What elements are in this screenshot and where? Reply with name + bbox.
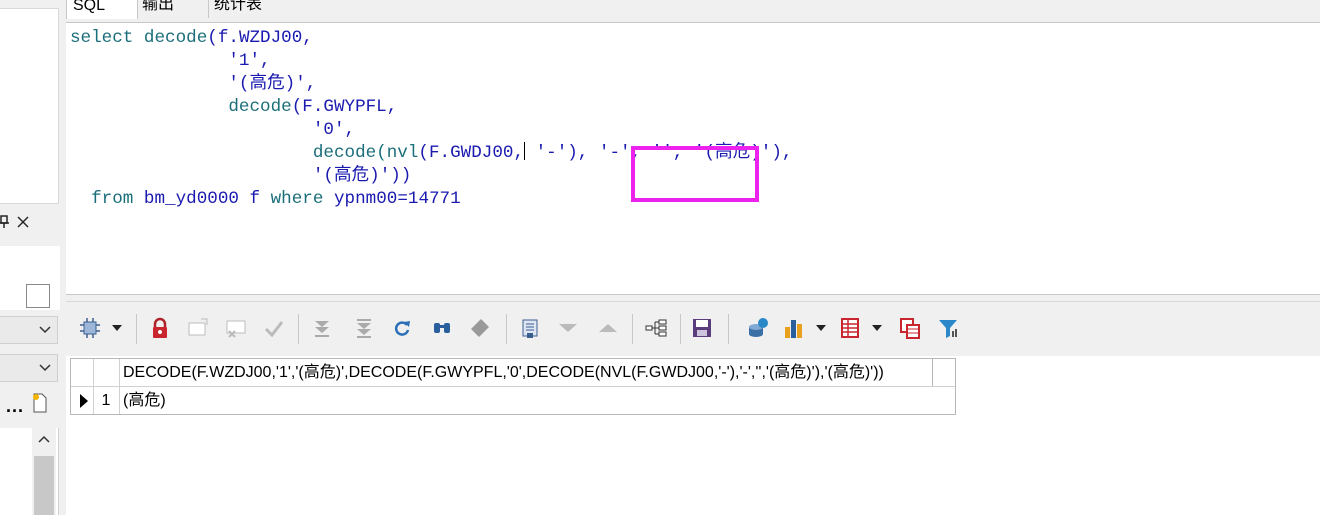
toolbar-separator: [632, 314, 633, 344]
tab-bar: SQL 输出 统计表: [66, 0, 1320, 22]
tree-view-icon[interactable]: [644, 316, 668, 340]
tab-sql[interactable]: SQL: [66, 0, 138, 19]
sql-keyword: decode: [70, 97, 292, 117]
sql-token: '0',: [70, 120, 356, 140]
dropdown-arrow-icon[interactable]: [112, 325, 122, 331]
header-indicator-cell: [71, 359, 94, 386]
scrollbar-thumb[interactable]: [34, 456, 54, 515]
table-header-row: DECODE(F.WZDJ00,'1','(高危)',DECODE(F.GWYP…: [71, 359, 955, 387]
row-indicator-cell: [71, 387, 94, 414]
table-row[interactable]: 1 (高危): [71, 387, 955, 414]
toolbar-separator: [680, 314, 681, 344]
move-down-icon[interactable]: [556, 316, 580, 340]
data-table: DECODE(F.WZDJ00,'1','(高危)',DECODE(F.GWYP…: [70, 358, 956, 415]
new-document-icon[interactable]: [32, 393, 48, 413]
checkbox[interactable]: [26, 284, 50, 308]
toolbar-separator: [298, 314, 299, 344]
move-next-icon[interactable]: [352, 316, 376, 340]
annotation-highlight-box: [631, 146, 759, 202]
lock-icon[interactable]: [148, 316, 172, 340]
header-rownum-cell: [93, 359, 120, 386]
panel-header-controls: [0, 212, 60, 236]
clear-icon[interactable]: [468, 316, 492, 340]
result-toolbar: [66, 302, 1320, 356]
chart-icon[interactable]: [782, 316, 806, 340]
sql-token: (F.GWDJ00,: [418, 143, 525, 163]
sql-token: ypnm00=14771: [323, 189, 461, 209]
current-row-arrow-icon: [80, 394, 88, 408]
sql-token: bm_yd0000 f: [133, 189, 271, 209]
left-panel: ...: [0, 0, 66, 515]
combo-box-2[interactable]: [0, 354, 58, 382]
dropdown-arrow-icon[interactable]: [872, 325, 882, 331]
sql-keyword: select decode: [70, 28, 208, 48]
sql-token: '(高危)')): [70, 166, 412, 186]
copy-grid-icon[interactable]: [898, 316, 922, 340]
toolbar-separator: [728, 314, 729, 344]
cancel-record-icon[interactable]: [224, 316, 248, 340]
toolbar-separator: [506, 314, 507, 344]
sql-keyword: where: [270, 189, 324, 209]
combo-box-1[interactable]: [0, 316, 58, 344]
object-browser-pane[interactable]: [0, 8, 59, 204]
more-button[interactable]: ...: [6, 396, 24, 417]
save-icon[interactable]: [690, 316, 714, 340]
query-options-icon[interactable]: [78, 316, 102, 340]
column-header[interactable]: DECODE(F.WZDJ00,'1','(高危)',DECODE(F.GWYP…: [123, 359, 933, 386]
sql-token: (f.WZDJ00,: [207, 28, 313, 48]
toolbar-separator: [136, 314, 137, 344]
move-last-icon[interactable]: [310, 316, 334, 340]
filter-icon[interactable]: [936, 316, 960, 340]
chevron-down-icon: [39, 322, 51, 337]
post-record-icon[interactable]: [262, 316, 286, 340]
chevron-down-icon: [39, 360, 51, 375]
sql-token: '1',: [70, 51, 271, 71]
scroll-up-icon[interactable]: [38, 432, 50, 446]
table-cell[interactable]: (高危): [123, 387, 955, 414]
row-number: 1: [93, 387, 120, 414]
sql-keyword: from: [70, 189, 134, 209]
vertical-scrollbar[interactable]: [32, 428, 56, 515]
refresh-icon[interactable]: [390, 316, 414, 340]
sql-keyword: (nvl: [376, 143, 419, 163]
tab-output[interactable]: 输出: [136, 0, 209, 18]
move-up-icon[interactable]: [596, 316, 620, 340]
new-record-icon[interactable]: [186, 316, 210, 340]
find-icon[interactable]: [430, 316, 454, 340]
sql-token: '(高危)',: [70, 74, 317, 94]
result-grid[interactable]: DECODE(F.WZDJ00,'1','(高危)',DECODE(F.GWYP…: [66, 356, 1320, 515]
record-viewer-icon[interactable]: [518, 316, 542, 340]
close-icon[interactable]: [16, 215, 30, 233]
sql-token: (F.GWYPFL,: [291, 97, 398, 117]
pane-splitter[interactable]: [66, 294, 1320, 302]
pin-icon[interactable]: [0, 215, 10, 233]
grid-icon[interactable]: [838, 316, 862, 340]
dropdown-arrow-icon[interactable]: [816, 325, 826, 331]
sql-editor[interactable]: select decode(f.WZDJ00, '1', '(高危)', dec…: [66, 22, 1320, 295]
sql-keyword: decode: [70, 143, 377, 163]
tab-statistics[interactable]: 统计表: [208, 0, 268, 18]
export-db-icon[interactable]: [746, 316, 770, 340]
